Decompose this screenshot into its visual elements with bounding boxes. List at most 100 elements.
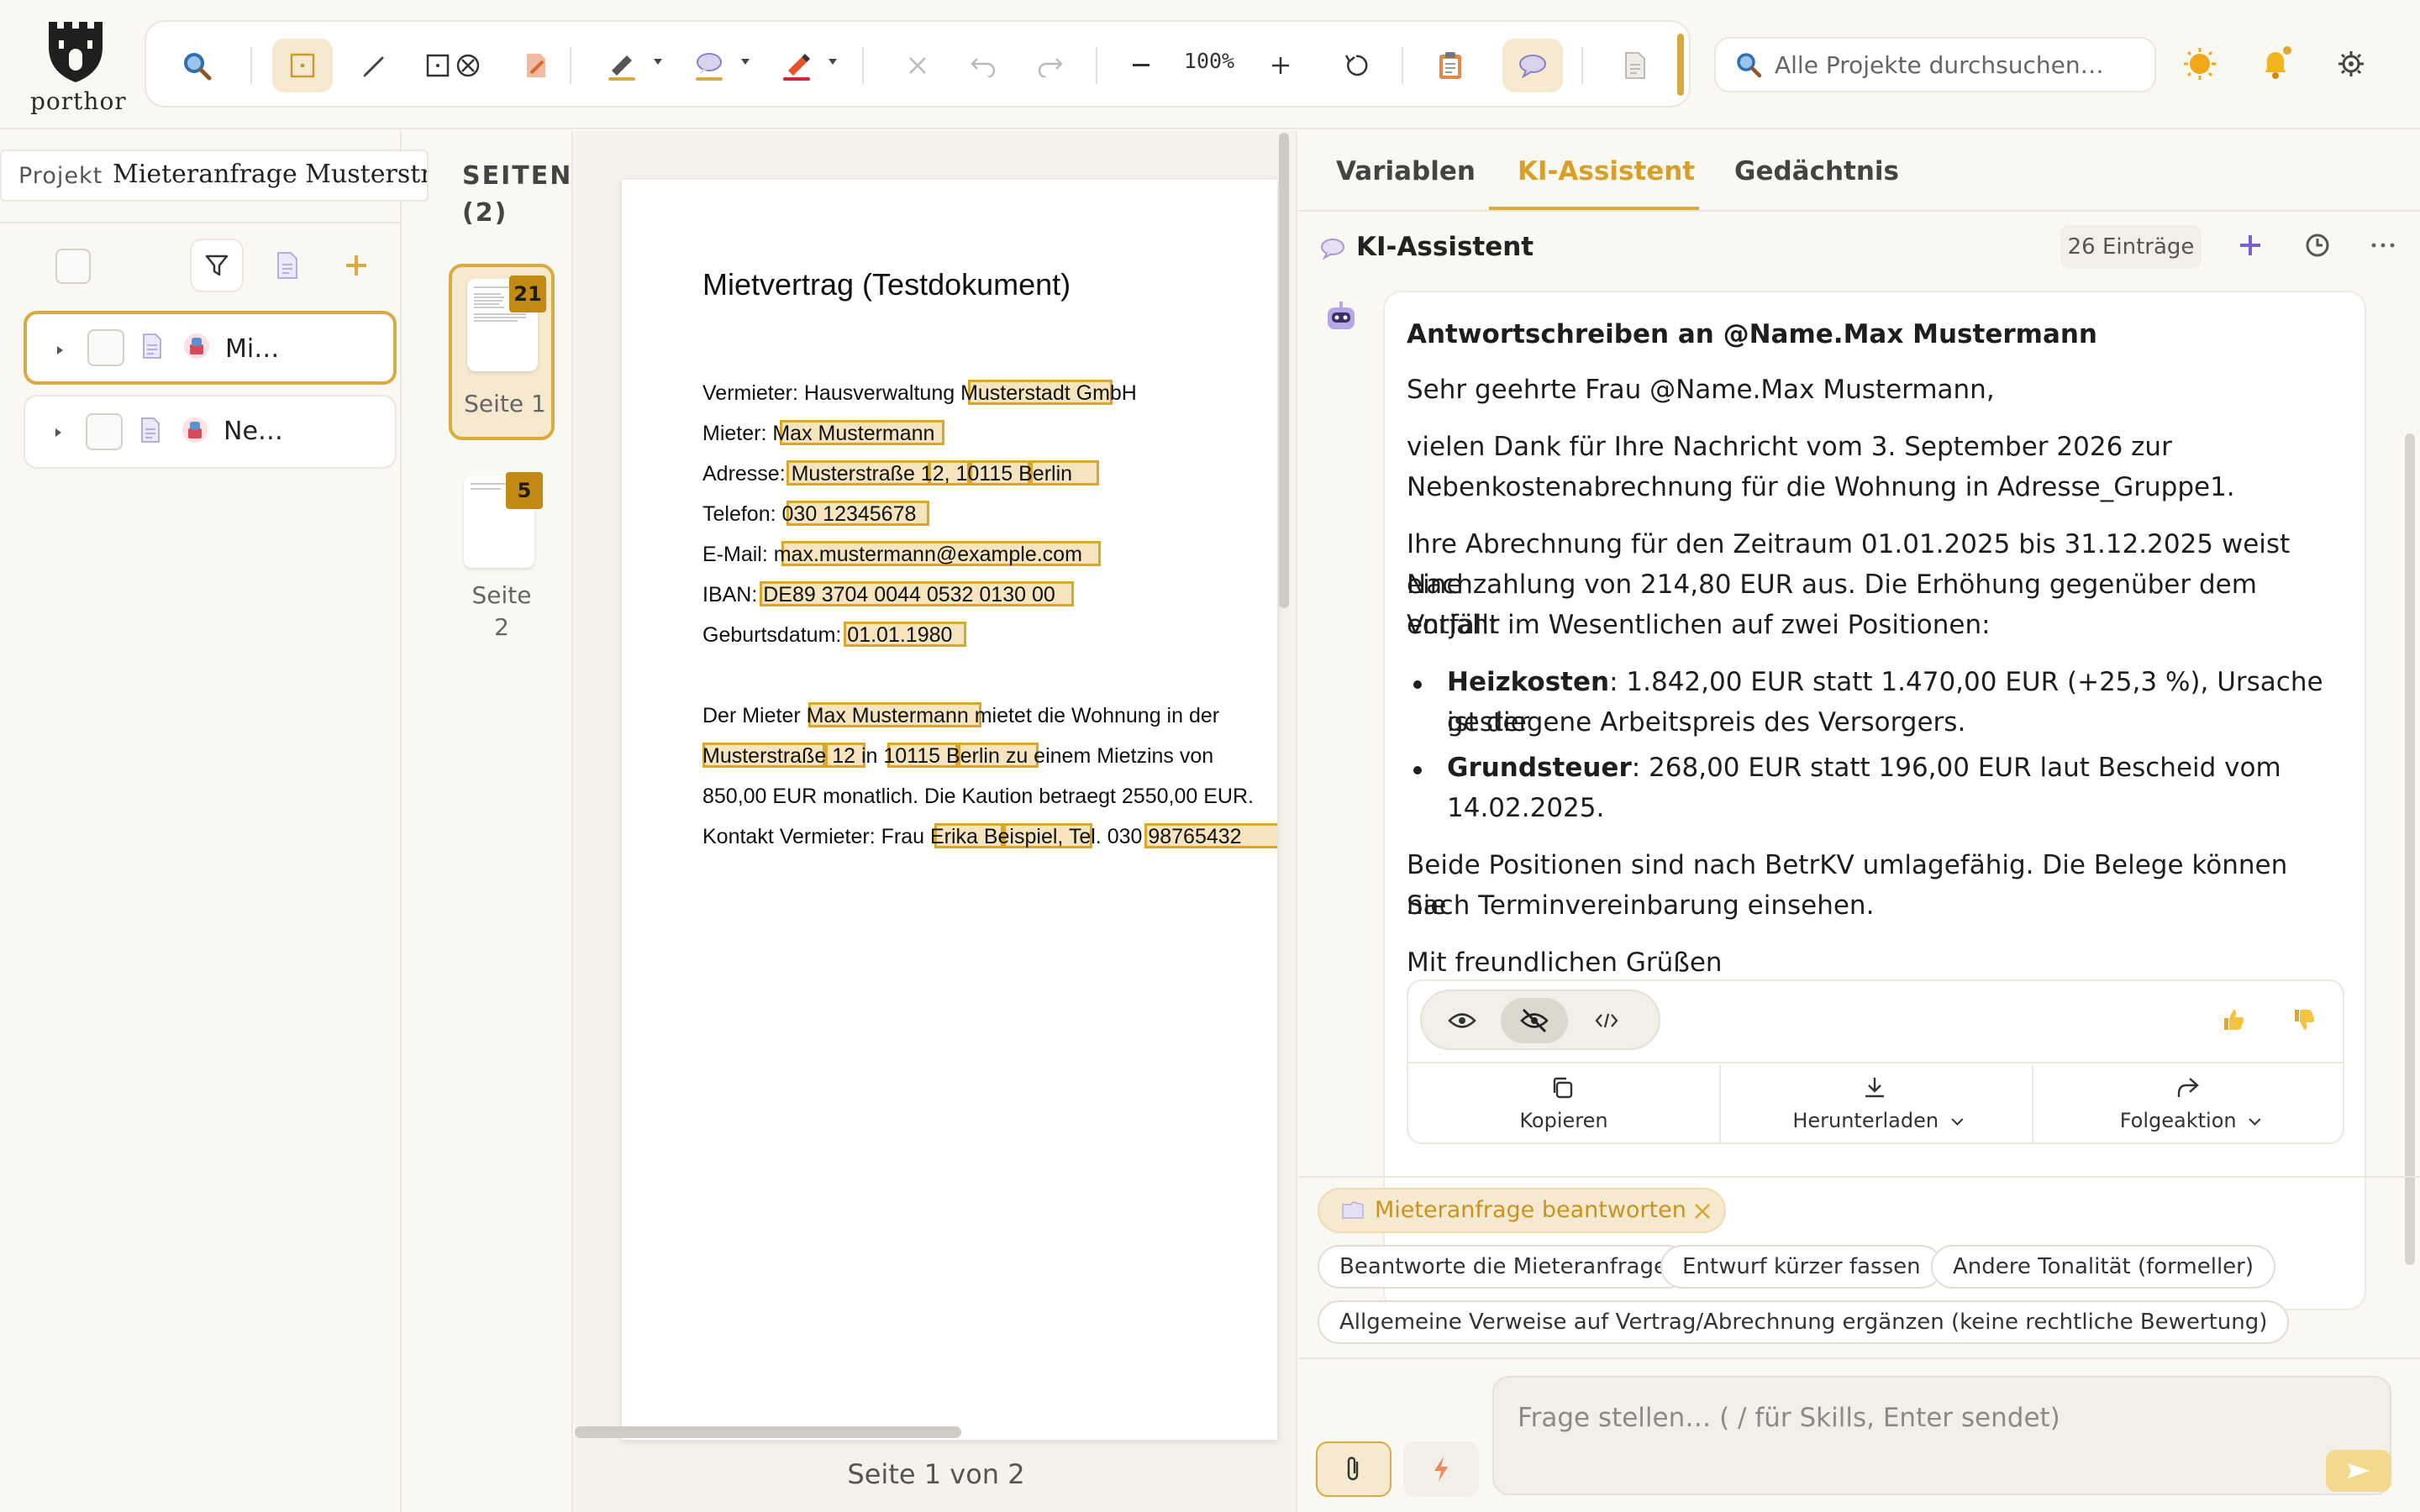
send-button[interactable] [2326,1450,2391,1492]
tree-item-document-2[interactable]: Ne… [24,395,397,469]
draw-tool-button[interactable] [345,39,405,92]
attach-button[interactable] [1316,1441,1392,1497]
document-line: Mieter: Max Mustermann [702,422,935,445]
document-line: Geburtsdatum: 01.01.1980 [702,623,953,647]
document-line: Der Mieter Max Mustermann mietet die Woh… [702,704,1220,727]
new-chat-button[interactable] [2223,218,2277,272]
document-page[interactable]: Mietvertrag (Testdokument) Vermieter: Ha… [622,180,1277,1440]
expand-arrow-icon[interactable] [55,428,61,437]
tree-item-document-1[interactable]: Mi… [24,311,397,385]
project-header[interactable]: Projekt Mieteranfrage Musterstrasse [0,150,429,202]
preview-mode-button[interactable] [1428,998,1496,1043]
thumbs-down-icon [2295,1010,2315,1030]
settings-button[interactable] [2321,37,2381,91]
download-icon [1862,1075,1887,1100]
next-page-arrow[interactable] [1202,887,1276,1013]
panel-title: KI-Assistent [1356,232,1534,262]
copy-button[interactable]: Kopieren [1408,1065,1719,1144]
clipboard-button[interactable] [1420,39,1481,92]
highlighter-tool-button[interactable] [592,39,652,92]
remove-skill-button[interactable] [1692,1201,1712,1221]
active-skill-chip[interactable]: Mieteranfrage beantworten [1318,1188,1726,1233]
download-button[interactable]: Herunterladen [1721,1065,2032,1144]
bell-icon [2265,46,2291,79]
skill-label: Mieteranfrage beantworten [1375,1197,1686,1223]
zoom-out-button[interactable] [1118,39,1165,92]
tree-item-label: Ne… [224,417,283,446]
select-tool-button[interactable] [272,39,333,92]
chat-scrollbar[interactable] [2405,433,2415,1265]
tab-variablen[interactable]: Variablen [1336,156,1476,186]
theme-toggle-button[interactable] [2170,37,2230,91]
edit-document-button[interactable] [506,39,566,92]
assistant-panel: Variablen KI-Assistent Gedächtnis KI-Ass… [1299,131,2420,1512]
chat-input[interactable] [1518,1403,2358,1433]
tree-item-checkbox[interactable] [87,329,124,366]
comment-tool-button[interactable] [679,39,739,92]
main-toolbar: 100% [145,20,1691,108]
marker-tool-button[interactable] [766,39,827,92]
tab-gedaechtnis[interactable]: Gedächtnis [1734,156,1899,186]
assistant-message: Antwortschreiben an @Name.Max Mustermann… [1383,291,2366,1310]
skill-icon [1341,1200,1365,1221]
search-tool-button[interactable] [166,39,227,92]
document-viewer[interactable]: Mietvertrag (Testdokument) Vermieter: Ha… [575,131,1297,1512]
project-search[interactable] [1714,37,2156,92]
quick-skill-button[interactable] [1403,1441,1479,1497]
select-all-checkbox[interactable] [55,249,91,284]
redact-tool-button[interactable] [412,39,496,92]
document-icon [141,333,163,360]
new-document-button[interactable] [260,239,314,292]
close-icon [1695,1204,1710,1219]
suggestion-chip[interactable]: Beantworte die Mieteranfrage [1318,1245,1689,1289]
thumbs-up-button[interactable] [2207,993,2260,1047]
tab-ki-assistent[interactable]: KI-Assistent [1518,156,1695,186]
suggestion-chip[interactable]: Allgemeine Verweise auf Vertrag/Abrechnu… [1318,1300,2290,1344]
tree-item-checkbox[interactable] [86,413,123,450]
rotate-button[interactable] [1326,39,1386,92]
document-line: Vermieter: Hausverwaltung Musterstadt Gm… [702,381,1137,405]
document-button[interactable] [1605,39,1665,92]
gear-icon [2338,51,2364,76]
zoom-level: 100% [1183,49,1235,73]
document-line: Telefon: 030 12345678 [702,502,917,526]
history-button[interactable] [2291,218,2344,272]
zoom-in-button[interactable] [1257,39,1304,92]
hide-pii-mode-button[interactable] [1501,998,1568,1043]
expand-arrow-icon[interactable] [57,346,63,354]
message-salutation: Sehr geehrte Frau @Name.Max Mustermann, [1407,375,1995,405]
castle-logo-icon [49,22,103,82]
sun-icon [2184,48,2216,80]
suggestion-chip[interactable]: Entwurf kürzer fassen [1660,1245,1943,1289]
porthor-logo[interactable]: porthor [30,18,126,119]
source-mode-button[interactable] [1573,998,1640,1043]
chat-input-container[interactable] [1492,1376,2391,1495]
undo-button[interactable] [953,39,1013,92]
document-line: E-Mail: max.mustermann@example.com [702,543,1082,566]
more-options-button[interactable] [2356,218,2410,272]
view-mode-toggle [1420,990,1660,1050]
message-actions: Kopieren Herunterladen Folgeaktion [1407,979,2344,1144]
clear-button[interactable] [887,39,948,92]
pen-icon [363,56,384,77]
add-button[interactable] [329,239,383,292]
vertical-scrollbar[interactable] [1279,133,1289,608]
chevron-right-icon [1232,936,1248,964]
suggestion-chip[interactable]: Andere Tonalität (formeller) [1931,1245,2275,1289]
thumbs-down-button[interactable] [2277,993,2331,1047]
redact-box-icon [426,54,480,77]
filter-button[interactable] [190,239,244,292]
followup-action-button[interactable]: Folgeaktion [2033,1065,2344,1144]
edit-doc-icon [527,54,545,77]
chat-icon [1519,55,1546,79]
notifications-button[interactable] [2245,37,2306,91]
search-input[interactable] [1775,39,2144,91]
page-thumbnail-1[interactable]: 21 Seite 1 [449,264,555,440]
page-thumbnail-2[interactable]: 5 Seite 2 [449,464,555,641]
chat-toggle-button[interactable] [1502,39,1563,92]
document-icon [277,252,297,279]
horizontal-scrollbar[interactable] [575,1426,961,1438]
add-icon [346,255,366,276]
code-icon [1595,1013,1618,1028]
redo-button[interactable] [1020,39,1081,92]
